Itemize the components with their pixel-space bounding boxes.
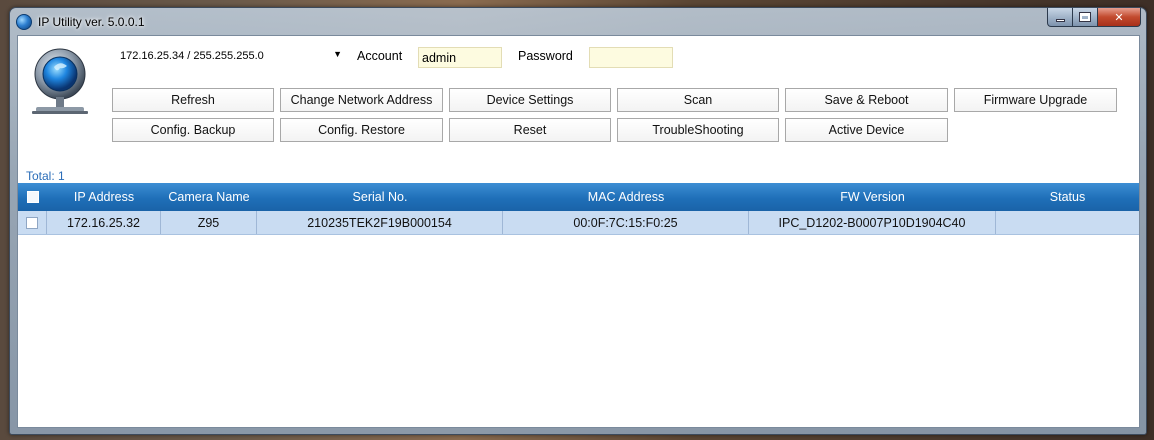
window-controls: ✕ — [1047, 8, 1141, 27]
network-select-value: 172.16.25.34 / 255.255.255.0 — [120, 50, 264, 62]
account-label: Account — [357, 49, 403, 63]
refresh-button[interactable]: Refresh — [112, 88, 274, 112]
account-input[interactable]: admin — [418, 47, 502, 68]
cell-mac-address: 00:0F:7C:15:F0:25 — [503, 211, 749, 234]
column-header-camera-name[interactable]: Camera Name — [161, 183, 257, 211]
cell-fw-version: IPC_D1202-B0007P10D1904C40 — [749, 211, 996, 234]
troubleshooting-button[interactable]: TroubleShooting — [617, 118, 779, 142]
window-title: IP Utility ver. 5.0.0.1 — [38, 14, 145, 29]
app-window: IP Utility ver. 5.0.0.1 ✕ 172.16.25.34 /… — [9, 7, 1147, 435]
select-all-checkbox[interactable] — [26, 191, 39, 203]
table-row[interactable]: 172.16.25.32 Z95 210235TEK2F19B000154 00… — [18, 211, 1139, 235]
column-header-ip-address[interactable]: IP Address — [47, 183, 161, 211]
save-reboot-button[interactable]: Save & Reboot — [785, 88, 948, 112]
column-header-fw-version[interactable]: FW Version — [749, 183, 996, 211]
account-input-value: admin — [422, 50, 457, 65]
row-select-cell — [18, 211, 47, 234]
close-icon: ✕ — [1114, 10, 1124, 24]
row-checkbox[interactable] — [26, 216, 38, 229]
cell-status — [996, 211, 1139, 234]
maximize-button[interactable] — [1073, 8, 1098, 27]
minimize-button[interactable] — [1047, 8, 1073, 27]
select-all-cell — [18, 183, 47, 211]
config-backup-button[interactable]: Config. Backup — [112, 118, 274, 142]
webcam-logo-icon — [32, 48, 88, 114]
password-label: Password — [518, 49, 573, 63]
scan-button[interactable]: Scan — [617, 88, 779, 112]
column-header-serial-no[interactable]: Serial No. — [257, 183, 503, 211]
config-restore-button[interactable]: Config. Restore — [280, 118, 443, 142]
active-device-button[interactable]: Active Device — [785, 118, 948, 142]
minimize-icon — [1055, 18, 1065, 22]
device-settings-button[interactable]: Device Settings — [449, 88, 611, 112]
cell-ip-address: 172.16.25.32 — [47, 211, 161, 234]
client-area: 172.16.25.34 / 255.255.255.0 ▼ Account a… — [17, 35, 1140, 428]
total-count: Total: 1 — [26, 169, 65, 183]
reset-button[interactable]: Reset — [449, 118, 611, 142]
password-input[interactable] — [589, 47, 673, 68]
dropdown-arrow-icon[interactable]: ▼ — [333, 49, 342, 59]
change-network-address-button[interactable]: Change Network Address — [280, 88, 443, 112]
column-header-status[interactable]: Status — [996, 183, 1139, 211]
network-select[interactable]: 172.16.25.34 / 255.255.255.0 ▼ — [114, 45, 346, 67]
title-bar[interactable]: IP Utility ver. 5.0.0.1 ✕ — [10, 8, 1146, 35]
cell-serial-no: 210235TEK2F19B000154 — [257, 211, 503, 234]
cell-camera-name: Z95 — [161, 211, 257, 234]
column-header-mac-address[interactable]: MAC Address — [503, 183, 749, 211]
close-button[interactable]: ✕ — [1098, 8, 1141, 27]
firmware-upgrade-button[interactable]: Firmware Upgrade — [954, 88, 1117, 112]
device-table-header: IP Address Camera Name Serial No. MAC Ad… — [18, 183, 1139, 211]
app-icon — [16, 13, 32, 30]
maximize-icon — [1079, 12, 1091, 22]
